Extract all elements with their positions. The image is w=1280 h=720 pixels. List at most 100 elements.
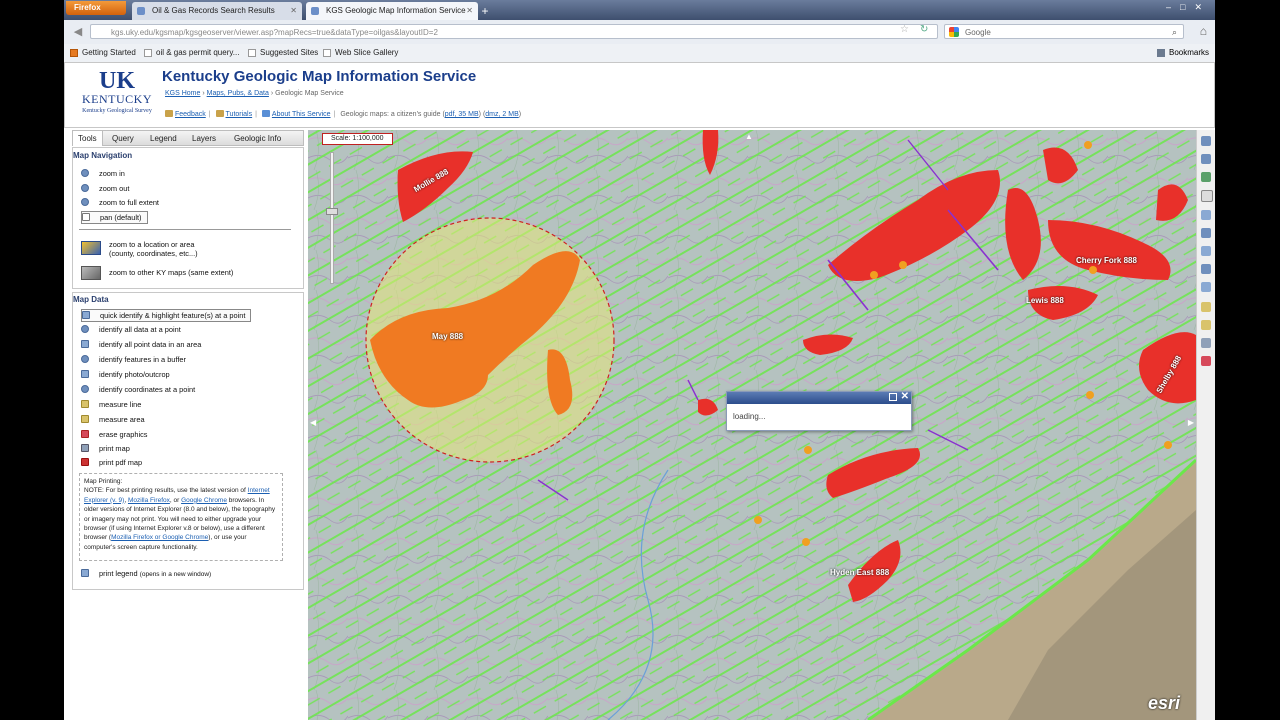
- close-icon[interactable]: ✕: [466, 2, 473, 20]
- area-ruler-icon[interactable]: [1201, 320, 1211, 330]
- area-select-icon[interactable]: [1201, 246, 1211, 256]
- note-text: NOTE: For best printing results, use the…: [84, 487, 248, 495]
- crosshair-icon: [81, 385, 89, 393]
- tutorials-link[interactable]: Tutorials: [226, 111, 253, 118]
- search-placeholder: Google: [965, 28, 991, 37]
- scale-indicator: Scale: 1:100,000: [322, 133, 393, 145]
- identify-icon[interactable]: [1201, 210, 1211, 220]
- identify-buffer-tool[interactable]: identify features in a buffer: [81, 354, 186, 365]
- alt-browser-links[interactable]: Mozilla Firefox or Google Chrome: [111, 534, 208, 541]
- zoom-other-ky-maps-tool[interactable]: zoom to other KY maps (same extent): [109, 268, 233, 277]
- pan-left-arrow-icon[interactable]: ◀: [310, 418, 316, 427]
- zoom-slider-track[interactable]: [330, 152, 334, 284]
- guide-dmz-link[interactable]: dmz, 2 MB: [485, 111, 518, 118]
- pan-right-arrow-icon[interactable]: ▶: [1188, 418, 1194, 427]
- about-link[interactable]: About This Service: [272, 111, 331, 118]
- home-icon[interactable]: ⌂: [1200, 24, 1207, 38]
- printer-icon[interactable]: [1201, 338, 1211, 348]
- print-pdf-map-tool[interactable]: print pdf map: [81, 457, 142, 468]
- reload-icon[interactable]: ↻: [920, 24, 928, 35]
- zoom-out-icon[interactable]: [1201, 154, 1211, 164]
- pan-tool[interactable]: pan (default): [81, 211, 148, 224]
- zoom-slider-handle[interactable]: [326, 208, 338, 215]
- camera-icon[interactable]: [1201, 282, 1211, 292]
- identify-point-data-area-tool[interactable]: identify all point data in an area: [81, 339, 201, 350]
- globe-icon[interactable]: [1201, 172, 1211, 182]
- bookmark-permit-query[interactable]: oil & gas permit query...: [144, 44, 239, 62]
- bookmark-star-icon[interactable]: ☆: [900, 24, 909, 35]
- tool-label: pan (default): [100, 213, 142, 222]
- breadcrumb-current: Geologic Map Service: [275, 90, 344, 97]
- zoom-in-icon: [81, 169, 89, 177]
- tab-layers[interactable]: Layers: [187, 131, 221, 146]
- breadcrumb-kgs-home[interactable]: KGS Home: [165, 90, 200, 97]
- search-input[interactable]: Google ⌕: [944, 24, 1184, 39]
- quick-identify-tool[interactable]: quick identify & highlight feature(s) at…: [81, 309, 252, 322]
- tool-label: identify features in a buffer: [99, 355, 186, 364]
- well-point: [804, 446, 812, 454]
- pan-up-arrow-icon[interactable]: ▲: [745, 132, 753, 141]
- tab-legend[interactable]: Legend: [145, 131, 182, 146]
- well-point: [1084, 141, 1092, 149]
- header-links: Feedback | Tutorials | About This Service |…: [165, 110, 521, 118]
- panel-tabs: Tools Query Legend Layers Geologic Info: [72, 130, 304, 146]
- bookmarks-menu-label: Bookmarks: [1168, 48, 1209, 57]
- zoom-in-icon[interactable]: [1201, 136, 1211, 146]
- feedback-link[interactable]: Feedback: [175, 111, 206, 118]
- pan-hand-icon[interactable]: [1201, 190, 1213, 202]
- identify-all-data-tool[interactable]: identify all data at a point: [81, 324, 181, 335]
- tool-label: print map: [99, 444, 130, 453]
- measure-area-tool[interactable]: measure area: [81, 414, 145, 425]
- bookmark-suggested-sites[interactable]: Suggested Sites: [248, 44, 318, 62]
- measure-line-tool[interactable]: measure line: [81, 399, 141, 410]
- bookmarks-menu[interactable]: Bookmarks: [1156, 44, 1209, 62]
- close-icon[interactable]: ✕: [901, 391, 909, 402]
- screen: Firefox Oil & Gas Records Search Results…: [64, 0, 1215, 720]
- zoom-slider[interactable]: [326, 152, 338, 284]
- ruler-icon[interactable]: [1201, 302, 1211, 312]
- zoom-in-tool[interactable]: zoom in: [81, 168, 125, 179]
- dialog-title-bar[interactable]: ✕: [727, 391, 911, 404]
- tab-query[interactable]: Query: [107, 131, 139, 146]
- close-icon[interactable]: ✕: [290, 2, 297, 20]
- legend-icon: [81, 569, 89, 577]
- erase-graphics-tool[interactable]: erase graphics: [81, 429, 147, 440]
- eraser-icon[interactable]: [1201, 356, 1211, 366]
- firefox-menu-button[interactable]: Firefox: [66, 1, 126, 15]
- print-map-tool[interactable]: print map: [81, 443, 130, 454]
- buffer-icon[interactable]: [1201, 264, 1211, 274]
- tab-kgs-geologic-map[interactable]: KGS Geologic Map Information Service ✕: [306, 2, 478, 20]
- zoom-full-extent-tool[interactable]: zoom to full extent: [81, 197, 159, 208]
- breadcrumb-maps-pubs[interactable]: Maps, Pubs, & Data: [207, 90, 269, 97]
- esri-logo: esri: [1147, 693, 1180, 713]
- bookmark-web-slice-gallery[interactable]: Web Slice Gallery: [323, 44, 398, 62]
- tab-oil-gas-records[interactable]: Oil & Gas Records Search Results ✕: [132, 2, 302, 20]
- print-legend-tool[interactable]: print legend (opens in a new window): [81, 568, 211, 579]
- bookmark-label: Suggested Sites: [260, 48, 319, 57]
- info-icon[interactable]: [1201, 228, 1211, 238]
- zoom-out-tool[interactable]: zoom out: [81, 183, 129, 194]
- well-point: [1164, 441, 1172, 449]
- new-tab-button[interactable]: +: [478, 3, 492, 19]
- back-arrow-icon[interactable]: ◀: [70, 24, 86, 40]
- zoom-to-location-tool[interactable]: zoom to a location or area (county, coor…: [109, 240, 198, 258]
- identify-photo-tool[interactable]: identify photo/outcrop: [81, 369, 170, 380]
- firefox-link[interactable]: Mozilla Firefox: [128, 497, 170, 504]
- tab-geologic-info[interactable]: Geologic Info: [229, 131, 286, 146]
- identify-coordinates-tool[interactable]: identify coordinates at a point: [81, 384, 195, 395]
- uk-logo[interactable]: UK KENTUCKY Kentucky Geological Survey: [75, 69, 159, 125]
- loading-dialog: ✕ loading...: [726, 391, 912, 431]
- tab-tools[interactable]: Tools: [73, 131, 103, 146]
- chrome-link[interactable]: Google Chrome: [181, 497, 227, 504]
- window-controls[interactable]: –□✕: [1151, 2, 1211, 14]
- guide-pdf-link[interactable]: pdf, 35 MB: [445, 111, 479, 118]
- location-icon: [81, 241, 101, 255]
- tool-note: (opens in a new window): [139, 571, 212, 578]
- maximize-icon[interactable]: [889, 393, 897, 401]
- bookmark-getting-started[interactable]: Getting Started: [70, 44, 136, 62]
- site-header: UK KENTUCKY Kentucky Geological Survey K…: [64, 62, 1215, 128]
- search-icon[interactable]: ⌕: [1172, 25, 1177, 40]
- map-toolbar: [1196, 130, 1215, 720]
- url-bar[interactable]: kgs.uky.edu/kgsmap/kgsgeoserver/viewer.a…: [90, 24, 938, 39]
- globe-icon: [81, 198, 89, 206]
